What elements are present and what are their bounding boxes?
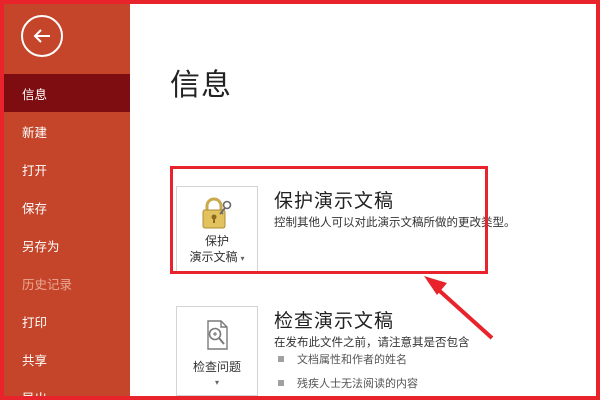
sidebar-item-save-as[interactable]: 另存为 [4, 226, 130, 264]
sidebar-item-share[interactable]: 共享 [4, 340, 130, 378]
inspect-bullet-item: 文档属性和作者的姓名 [278, 351, 407, 367]
sidebar-item-export[interactable]: 导出 [4, 378, 130, 397]
back-arrow-icon [33, 29, 50, 43]
sidebar-item-print[interactable]: 打印 [4, 302, 130, 340]
inspect-bullet-item: 残疾人士无法阅读的内容 [278, 375, 418, 391]
sidebar-item-new[interactable]: 新建 [4, 112, 130, 150]
sidebar-item-label: 导出 [22, 388, 47, 397]
sidebar-item-label: 打开 [22, 162, 48, 178]
sidebar-item-label: 新建 [22, 124, 48, 140]
sidebar-item-label: 保存 [22, 200, 48, 216]
sidebar-item-open[interactable]: 打开 [4, 150, 130, 188]
sidebar-item-info[interactable]: 信息 [4, 74, 130, 112]
sidebar-item-label: 共享 [22, 352, 48, 368]
inspect-section-description: 在发布此文件之前，请注意其是否包含 [274, 335, 470, 349]
sidebar-nav: 信息 新建 打开 保存 另存为 历史记录 打印 共享 导出 [4, 74, 130, 396]
sidebar-item-label: 信息 [22, 86, 48, 102]
bullet-square-icon [278, 380, 284, 386]
inspect-section-title: 检查演示文稿 [274, 310, 395, 332]
bullet-text: 文档属性和作者的姓名 [297, 353, 407, 366]
annotation-highlight-box [170, 166, 488, 274]
sidebar-item-label: 历史记录 [22, 276, 73, 292]
bullet-text: 残疾人士无法阅读的内容 [297, 377, 418, 390]
sidebar-item-label: 另存为 [22, 238, 60, 254]
info-panel: 信息 保护 演示文稿 ▾ 保护演示文稿 控制其他人可以对此演示文稿所做的更改类型。 [130, 4, 596, 396]
inspect-button-label: 检查问题 [192, 360, 241, 374]
page-title: 信息 [170, 68, 232, 103]
sidebar-item-save[interactable]: 保存 [4, 188, 130, 226]
sidebar-item-history: 历史记录 [4, 264, 130, 302]
inspect-document-icon [207, 320, 228, 350]
sidebar-item-label: 打印 [22, 314, 48, 330]
dropdown-caret-icon: ▾ [214, 378, 219, 387]
inspect-issues-button[interactable]: 检查问题 ▾ [176, 306, 258, 396]
back-button[interactable] [21, 15, 63, 57]
backstage-sidebar: 信息 新建 打开 保存 另存为 历史记录 打印 共享 导出 [4, 4, 130, 396]
bullet-square-icon [278, 356, 284, 362]
